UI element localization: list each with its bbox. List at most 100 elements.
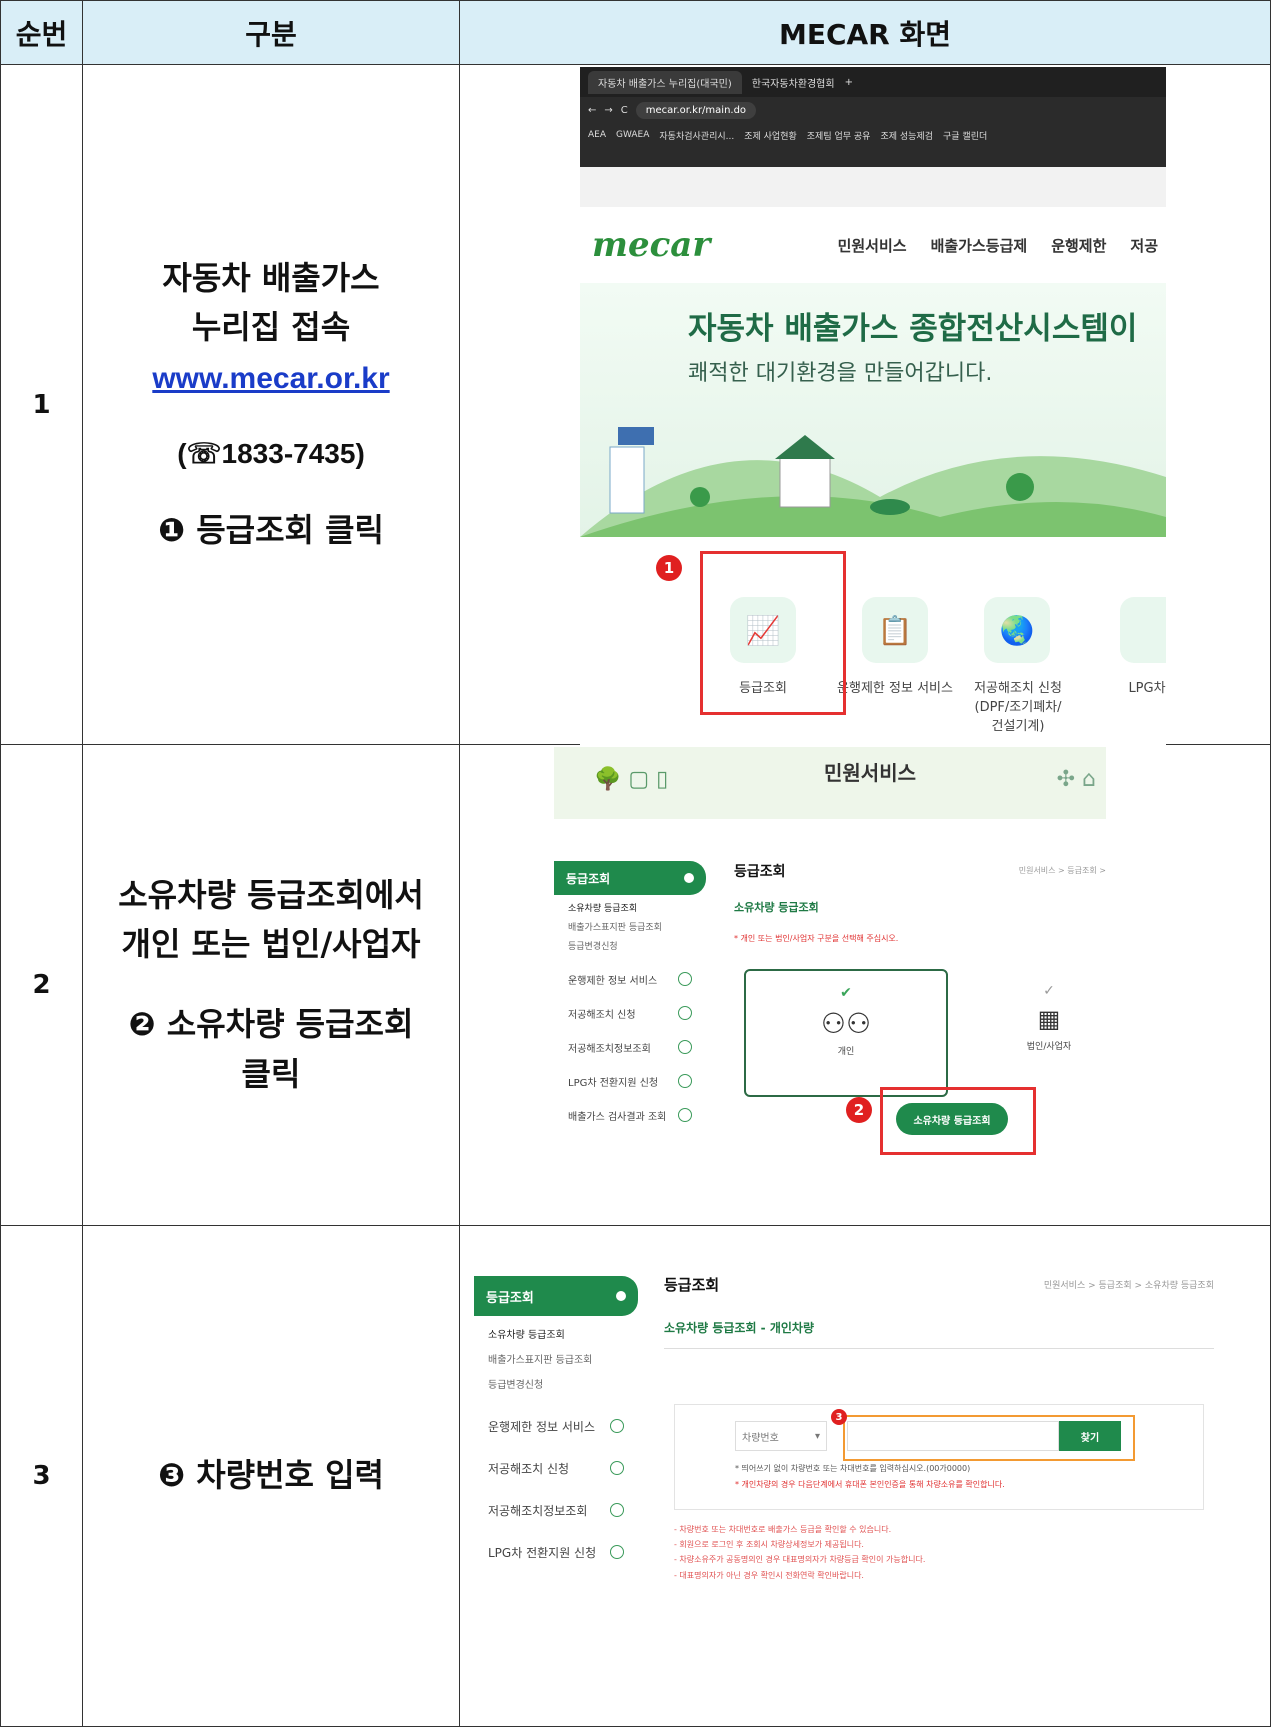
bookmark[interactable]: 자동차검사관리시... [659,129,734,142]
sidebar-sub[interactable]: 배출가스표지판 등급조회 [554,914,706,933]
row-num-1: 1 [0,64,83,745]
option-personal[interactable]: ✔ ⚇⚇ 개인 [744,969,948,1097]
expand-icon [678,1108,692,1122]
address-bar[interactable]: mecar.or.kr/main.do [635,101,757,119]
sidebar-item[interactable]: 저공해조치 신청 [474,1447,638,1489]
grade-lookup-screenshot: 🌳 ▢ ▯ 민원서비스 ✣ ⌂ 등급조회 소유차량 등급조회 배출가스표지판 등… [554,747,1106,1197]
screenshot-cell-1: 자동차 배출가스 누리집(대국민) 한국자동차환경협회 + ← → C meca… [459,64,1271,749]
nav-item[interactable]: 저공 [1130,235,1158,256]
sidebar-item[interactable]: 저공해조치 신청 [554,996,706,1030]
highlight-box [700,551,846,715]
step-instruction: ❶ 등급조회 클릭 [157,510,384,549]
expand-icon [610,1545,624,1559]
sidebar-item[interactable]: LPG차 전환지원 신청 [554,1064,706,1098]
expand-icon [678,1074,692,1088]
guide-note: - 차량소유주가 공동명의인 경우 대표명의자가 차량등급 확인이 가능합니다. [674,1555,926,1565]
expand-icon [678,972,692,986]
input-warning: * 개인차량의 경우 다음단계에서 휴대폰 본인인증을 통해 차량소유를 확인합… [735,1480,1005,1489]
windmill-icon: ✣ ⌂ [1056,767,1096,792]
forward-icon[interactable]: → [604,105,612,116]
header-num: 순번 [0,0,83,65]
back-icon[interactable]: ← [588,105,596,116]
sidebar-sub[interactable]: 등급변경신청 [474,1366,638,1405]
sidebar-sub[interactable]: 소유차량 등급조회 [474,1316,638,1341]
bookmark[interactable]: 조제 사업현황 [744,129,797,142]
earth-icon[interactable]: 🌏 [984,597,1050,663]
sidebar: 등급조회 소유차량 등급조회 배출가스표지판 등급조회 등급변경신청 운행제한 … [554,861,706,1132]
check-icon: ✓ [1043,983,1055,999]
sidebar-item[interactable]: 배출가스 검사결과 조회 [554,1098,706,1132]
option-corporate[interactable]: ✓ ▦ 법인/사업자 [994,969,1104,1093]
desc-line: 개인 또는 법인/사업자 [121,925,421,964]
document-icon[interactable]: 📋 [862,597,928,663]
sidebar-item[interactable]: 운행제한 정보 서비스 [474,1405,638,1447]
sidebar-item[interactable]: 운행제한 정보 서비스 [554,962,706,996]
site-link[interactable]: www.mecar.or.kr [152,362,389,395]
service-banner: 🌳 ▢ ▯ 민원서비스 ✣ ⌂ [554,747,1106,819]
guide-table: 순번 구분 MECAR 화면 1 자동차 배출가스 누리집 접속 www.mec… [0,0,1271,1727]
row-num-2: 2 [0,744,83,1226]
bookmark[interactable]: AEA [588,130,606,140]
option-label: 개인 [837,1047,855,1057]
sidebar-head[interactable]: 등급조회 [474,1276,638,1316]
nav-item[interactable]: 운행제한 [1051,235,1106,256]
check-icon: ✔ [840,985,852,1001]
lpg-icon[interactable] [1120,597,1166,663]
step-badge: 1 [656,555,682,581]
browser-chrome: 자동차 배출가스 누리집(대국민) 한국자동차환경협회 + ← → C meca… [580,67,1166,167]
input-hint: * 띄어쓰기 없이 차량번호 또는 차대번호를 입력하십시오.(00가0000) [735,1464,971,1473]
mecar-main-screenshot: 자동차 배출가스 누리집(대국민) 한국자동차환경협회 + ← → C meca… [580,67,1166,749]
highlight-box [843,1415,1135,1461]
search-type-select[interactable]: 차량번호 ▾ [735,1421,827,1451]
new-tab-icon[interactable]: + [845,77,853,88]
row-desc-2: 소유차량 등급조회에서 개인 또는 법인/사업자 ❷ 소유차량 등급조회 클릭 [82,744,460,1226]
row-desc-3: ❸ 차량번호 입력 [82,1225,460,1727]
sidebar-head[interactable]: 등급조회 [554,861,706,895]
sidebar-item[interactable]: LPG차 전환지원 신청 [474,1531,638,1573]
guide-note: - 대표명의자가 아닌 경우 확인시 전화연락 확인바랍니다. [674,1570,864,1580]
step-badge: 3 [831,1409,847,1425]
sidebar-sub[interactable]: 배출가스표지판 등급조회 [474,1341,638,1366]
option-label: 법인/사업자 [1026,1042,1072,1052]
browser-tab[interactable]: 자동차 배출가스 누리집(대국민) [588,70,742,94]
sidebar-item[interactable]: 저공해조치정보조회 [554,1030,706,1064]
quick-menu-label[interactable]: 저공해조치 신청 (DPF/조기폐차/ 건설기계) [964,677,1072,734]
sidebar-item[interactable]: 저공해조치정보조회 [474,1489,638,1531]
row-desc-1: 자동차 배출가스 누리집 접속 www.mecar.or.kr (☏1833-7… [82,64,460,745]
building-icon: ▦ [1037,1005,1061,1033]
tree-icon: 🌳 ▢ ▯ [594,767,669,792]
bookmark[interactable]: 조제 성능제검 [880,129,933,142]
bookmarks-bar: AEA GWAEA 자동차검사관리시... 조제 사업현황 조제팀 업무 공유 … [580,123,1166,147]
dropdown-icon: ▾ [814,1430,820,1442]
sidebar-sub[interactable]: 등급변경신청 [554,933,706,962]
bookmark[interactable]: GWAEA [616,130,649,140]
hero-banner: 자동차 배출가스 종합전산시스템이 쾌적한 대기환경을 만들어갑니다. [580,283,1166,537]
mecar-logo[interactable]: mecar [592,225,710,265]
people-icon: ⚇⚇ [820,1007,872,1040]
browser-tab[interactable]: 한국자동차환경협회 [752,75,835,90]
section-title: 소유차량 등급조회 [734,901,819,914]
quick-menu-label[interactable]: 운행제한 정보 서비스 [830,677,960,696]
quick-menu: 📈 등급조회 📋 운행제한 정보 서비스 🌏 저공해조치 신청 (DPF/조기폐… [580,537,1166,749]
screenshot-cell-3: 등급조회 소유차량 등급조회 배출가스표지판 등급조회 등급변경신청 운행제한 … [459,1225,1271,1727]
guide-note: - 회원으로 로그인 후 조회시 차량상세정보가 제공됩니다. [674,1540,864,1550]
sidebar-sub[interactable]: 소유차량 등급조회 [554,895,706,914]
quick-menu-label[interactable]: LPG차 [1128,677,1166,696]
section-title: 소유차량 등급조회 - 개인차량 [664,1319,1214,1349]
bookmark[interactable]: 조제팀 업무 공유 [807,129,871,142]
row-num-3: 3 [0,1225,83,1727]
nav-item[interactable]: 민원서비스 [838,235,907,256]
phone-number: (☏1833-7435) [177,438,365,470]
step-badge: 2 [846,1097,872,1123]
hero-title: 자동차 배출가스 종합전산시스템이 [688,311,1138,347]
screenshot-cell-2: 🌳 ▢ ▯ 민원서비스 ✣ ⌂ 등급조회 소유차량 등급조회 배출가스표지판 등… [459,744,1271,1226]
nav-item[interactable]: 배출가스등급제 [931,235,1028,256]
header-category: 구분 [82,0,460,65]
bookmark[interactable]: 구글 캘린더 [943,129,987,142]
landscape-illustration [580,427,1166,537]
highlight-box [880,1087,1036,1155]
reload-icon[interactable]: C [621,105,628,116]
sidebar: 등급조회 소유차량 등급조회 배출가스표지판 등급조회 등급변경신청 운행제한 … [474,1276,638,1573]
expand-icon [678,1040,692,1054]
breadcrumb: 민원서비스 > 등급조회 > 소유차량 등급조회 [1043,1281,1214,1291]
